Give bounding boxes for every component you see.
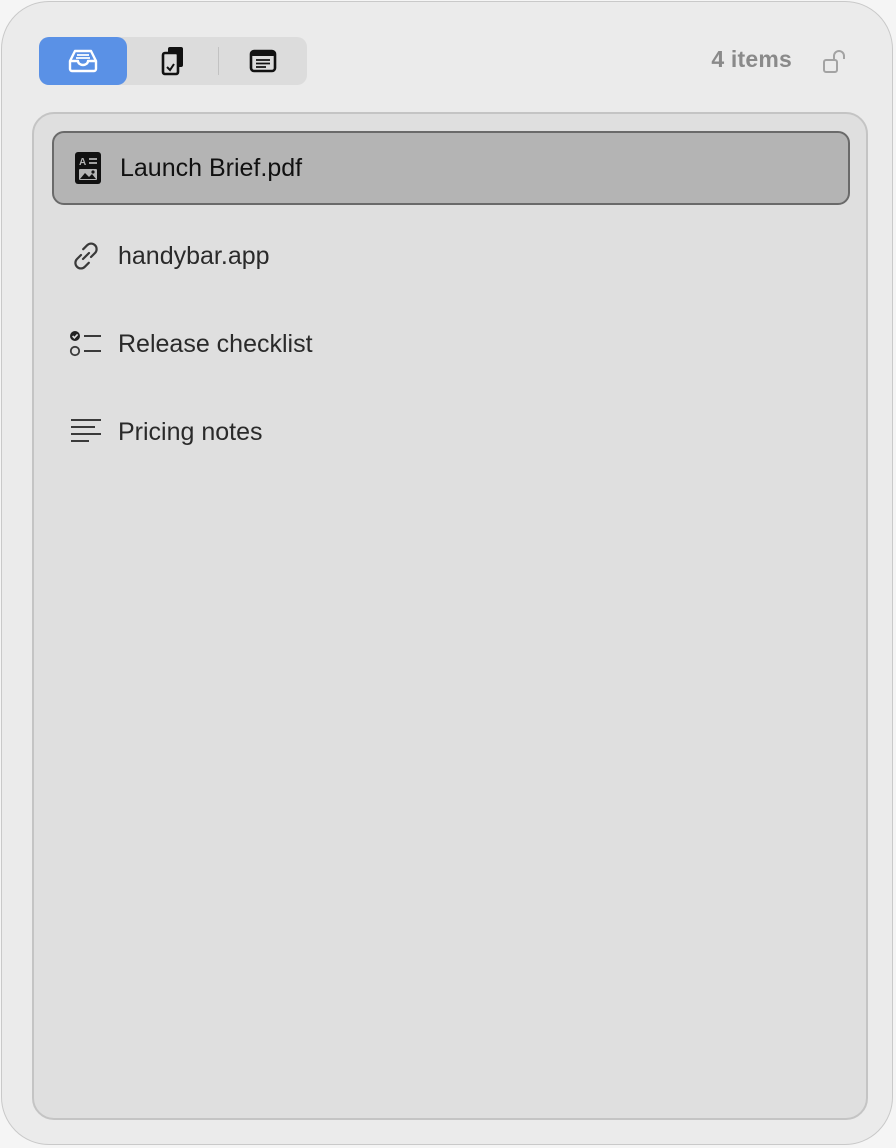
svg-text:A: A (79, 157, 86, 168)
tray-icon (68, 49, 98, 73)
tab-clipboard[interactable] (127, 37, 219, 85)
item-count: 4 items (711, 46, 792, 72)
view-switcher (39, 37, 307, 85)
list-item-label: Release checklist (118, 329, 313, 358)
list-item-label: Pricing notes (118, 417, 263, 446)
shelf-panel: 4 items A Launch Brief.pdf handybar.app … (1, 1, 893, 1145)
list-item-handybar-link[interactable]: handybar.app (52, 219, 850, 293)
copy-documents-icon (161, 47, 183, 76)
text-lines-icon (68, 414, 104, 450)
note-window-icon (249, 49, 277, 73)
checklist-icon (68, 326, 104, 362)
list-item-label: Launch Brief.pdf (120, 153, 303, 182)
unlocked-padlock-icon[interactable] (822, 48, 848, 76)
list-item-release-checklist[interactable]: Release checklist (52, 307, 850, 381)
list-item-label: handybar.app (118, 241, 270, 270)
link-icon (68, 238, 104, 274)
list-item-launch-brief[interactable]: A Launch Brief.pdf (52, 131, 850, 205)
tab-notes[interactable] (219, 37, 307, 85)
shelf-item-list: A Launch Brief.pdf handybar.app Release … (32, 112, 868, 1120)
tab-inbox[interactable] (39, 37, 127, 85)
list-item-pricing-notes[interactable]: Pricing notes (52, 395, 850, 469)
document-icon: A (70, 150, 106, 186)
